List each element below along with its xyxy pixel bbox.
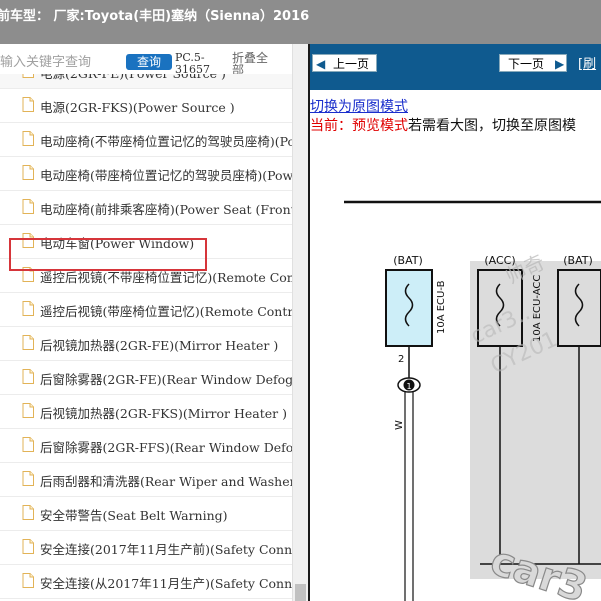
document-icon — [22, 505, 34, 520]
bat-label-2: (BAT) — [563, 254, 593, 267]
tree-item-label: 电动座椅(带座椅位置记忆的驾驶员座椅)(Power Seat — [40, 168, 292, 183]
viewer-nav-bar: ◀ 上一页 下一页 ▶ [刷 — [310, 44, 601, 90]
document-icon — [22, 437, 34, 452]
tree-item[interactable]: 后视镜加热器(2GR-FE)(Mirror Heater ) — [0, 326, 292, 361]
tree-item[interactable]: 电动座椅(带座椅位置记忆的驾驶员座椅)(Power Seat — [0, 156, 292, 191]
document-icon — [22, 97, 34, 112]
viewer-panel: ◀ 上一页 下一页 ▶ [刷 切换为原图模式 当前：预览模式若需看大图，切换至原… — [310, 44, 601, 601]
fuse-third — [557, 269, 601, 347]
tree-item[interactable]: 安全连接(从2017年11月生产)(Safety Connect — [0, 564, 292, 599]
tree-item-label: 安全带警告(Seat Belt Warning) — [40, 508, 228, 523]
print-link[interactable]: [刷 — [578, 53, 596, 72]
tree-item-label: 电动座椅(不带座椅位置记忆的驾驶员座椅)(Power Seat — [40, 134, 292, 149]
tree-item[interactable]: 遥控后视镜(带座椅位置记忆)(Remote Control — [0, 292, 292, 327]
tree-item-label: 后视镜加热器(2GR-FKS)(Mirror Heater ) — [40, 406, 287, 421]
pc-code-label: PC.5-31657 — [175, 51, 210, 76]
switch-original-mode-link[interactable]: 切换为原图模式 — [310, 96, 408, 116]
document-icon — [22, 74, 34, 78]
document-icon — [22, 199, 34, 214]
tree-item[interactable]: 电源(2GR-FE)(Power Source ) — [0, 74, 292, 89]
tree-item-label: 后雨刮器和清洗器(Rear Wiper and Washer) — [40, 474, 292, 489]
window-title: 前车型： 厂家:Toyota(丰田)塞纳（Sienna）2016 — [0, 9, 310, 24]
arrow-right-icon: ▶ — [555, 57, 565, 71]
connector-number: 1 — [406, 382, 411, 391]
tree-scrollbar[interactable] — [292, 44, 308, 601]
pin-number: 2 — [398, 354, 404, 365]
document-icon — [22, 539, 34, 554]
tree-item-label: 电源(2GR-FKS)(Power Source ) — [40, 100, 235, 115]
tree-item-label: 电源(2GR-FE)(Power Source ) — [40, 74, 226, 82]
wiring-diagram: (BAT) 10A ECU-B 2 1 W (ACC) 10A ECU-ACC … — [344, 200, 601, 601]
document-icon — [22, 131, 34, 146]
selected-item-highlight — [9, 238, 207, 271]
tree-item-label: 后窗除雾器(2GR-FFS)(Rear Window Defogger — [40, 440, 292, 455]
tree-item-label: 安全连接(从2017年11月生产)(Safety Connect — [40, 576, 292, 591]
prev-page-button[interactable]: ◀ 上一页 — [312, 54, 377, 72]
query-button[interactable]: 查询 — [126, 54, 172, 70]
tree-item[interactable]: 电源(2GR-FKS)(Power Source ) — [0, 88, 292, 123]
window-title-bar: 前车型： 厂家:Toyota(丰田)塞纳（Sienna）2016 — [0, 0, 601, 44]
tree-item[interactable]: 后窗除雾器(2GR-FFS)(Rear Window Defogger — [0, 428, 292, 463]
mode-status: 当前：预览模式若需看大图，切换至原图模 — [310, 115, 576, 135]
tree-item-label: 后视镜加热器(2GR-FE)(Mirror Heater ) — [40, 338, 279, 353]
tree-item[interactable]: 后窗除雾器(2GR-FE)(Rear Window Defogger — [0, 360, 292, 395]
tree-item[interactable]: 电动座椅(不带座椅位置记忆的驾驶员座椅)(Power Seat — [0, 122, 292, 157]
tree-item-label: 后窗除雾器(2GR-FE)(Rear Window Defogger — [40, 372, 292, 387]
document-tree: 电源(2GR-FE)(Power Source ) 电源(2GR-FKS)(Pow… — [0, 74, 292, 601]
document-icon — [22, 335, 34, 350]
bat-label-1: (BAT) — [393, 254, 423, 267]
mode-prefix: 当前：预览模式 — [310, 118, 408, 134]
arrow-left-icon: ◀ — [316, 57, 326, 71]
tree-item[interactable]: 安全连接(2017年11月生产前)(Safety Connect — [0, 530, 292, 565]
document-icon — [22, 573, 34, 588]
tree-item[interactable]: 后雨刮器和清洗器(Rear Wiper and Washer) — [0, 462, 292, 497]
fuse-ecu-b — [385, 269, 433, 347]
tree-item-label: 安全连接(2017年11月生产前)(Safety Connect — [40, 542, 292, 557]
tree-item[interactable]: 后视镜加热器(2GR-FKS)(Mirror Heater ) — [0, 394, 292, 429]
fuse-ecu-b-label: 10A ECU-B — [436, 280, 447, 334]
collapse-all-button[interactable]: 折叠全部 — [232, 52, 272, 76]
prev-page-label: 上一页 — [333, 57, 370, 71]
next-page-button[interactable]: 下一页 ▶ — [499, 54, 567, 72]
scrollbar-thumb[interactable] — [295, 584, 306, 601]
wire-color-label: W — [394, 420, 405, 430]
mode-hint: 若需看大图，切换至原图模 — [408, 118, 576, 134]
tree-item-label: 遥控后视镜(带座椅位置记忆)(Remote Control — [40, 304, 292, 319]
document-icon — [22, 301, 34, 316]
document-icon — [22, 471, 34, 486]
search-input[interactable] — [0, 50, 120, 74]
tree-item-label: 电动座椅(前排乘客座椅)(Power Seat (Front Passenger — [40, 202, 292, 217]
tree-item[interactable]: 安全带警告(Seat Belt Warning) — [0, 496, 292, 531]
next-page-label: 下一页 — [508, 57, 545, 71]
left-panel: 查询 PC.5-31657 折叠全部 电源(2GR-FE)(Power Sour… — [0, 44, 308, 601]
document-icon — [22, 369, 34, 384]
tree-item[interactable]: 电动座椅(前排乘客座椅)(Power Seat (Front Passenger — [0, 190, 292, 225]
document-icon — [22, 165, 34, 180]
document-icon — [22, 403, 34, 418]
